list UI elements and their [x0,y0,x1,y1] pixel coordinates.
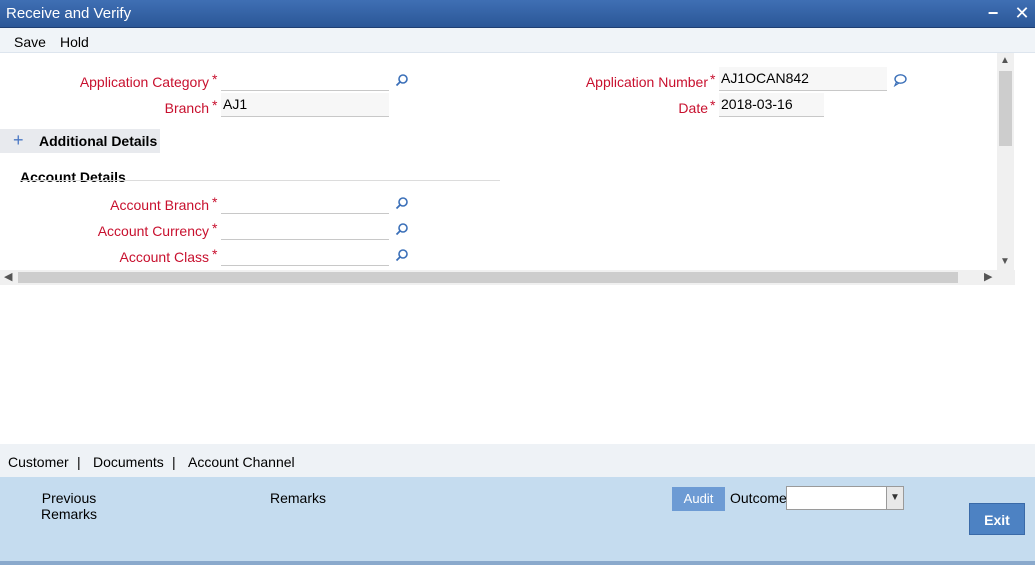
tab-separator: | [172,454,176,470]
additional-details-toggle[interactable]: + Additional Details [0,129,160,153]
form-content: Application Category * Branch * AJ1 Appl… [0,53,1015,270]
window-bottom-border [0,561,1035,565]
hold-menu-item[interactable]: Hold [60,34,89,50]
branch-field[interactable]: AJ1 [221,93,389,117]
plus-icon: + [13,130,24,150]
additional-details-label: Additional Details [39,133,158,149]
scroll-down-icon[interactable]: ▼ [1000,256,1010,267]
required-marker: * [212,71,218,87]
application-category-label: Application Category [79,74,209,90]
chevron-down-icon[interactable]: ▼ [886,487,903,509]
speech-bubble-icon[interactable] [893,73,907,87]
exit-button[interactable]: Exit [969,503,1025,535]
scroll-left-icon[interactable]: ◀ [4,270,12,283]
account-branch-label: Account Branch [110,197,209,213]
bottom-tab-bar: Customer | Documents | Account Channel [0,444,1035,477]
required-marker: * [212,246,218,262]
application-number-label: Application Number [585,74,708,90]
minimize-button[interactable]: − [982,2,1004,24]
menu-bar: Save Hold [0,28,1035,53]
search-icon[interactable] [395,248,409,262]
account-currency-input[interactable] [221,216,389,240]
horizontal-scrollbar[interactable]: ◀ ▶ [0,270,1015,285]
scroll-right-icon[interactable]: ▶ [984,270,992,283]
search-icon[interactable] [395,222,409,236]
save-menu-item[interactable]: Save [14,34,46,50]
vertical-scroll-thumb[interactable] [999,71,1012,146]
required-marker: * [710,71,716,87]
account-class-input[interactable] [221,242,389,266]
required-marker: * [212,220,218,236]
branch-label: Branch [164,100,209,116]
account-currency-label: Account Currency [97,223,209,239]
tab-documents[interactable]: Documents [93,454,164,470]
scroll-up-icon[interactable]: ▲ [1000,55,1010,66]
footer-panel: Previous Remarks Remarks Audit Outcome ▼… [0,477,1035,561]
close-button[interactable]: ✕ [1011,2,1033,24]
tab-account-channel[interactable]: Account Channel [188,454,295,470]
application-category-input[interactable] [221,67,389,91]
search-icon[interactable] [395,73,409,87]
remarks-link[interactable]: Remarks [270,490,326,506]
audit-button[interactable]: Audit [672,487,725,511]
date-label: Date [678,100,708,116]
horizontal-scroll-thumb[interactable] [18,272,958,283]
required-marker: * [212,194,218,210]
application-number-field[interactable]: AJ1OCAN842 [719,67,887,91]
required-marker: * [212,97,218,113]
tab-customer[interactable]: Customer [8,454,69,470]
previous-remarks-link[interactable]: Previous Remarks [38,490,100,522]
date-field[interactable]: 2018-03-16 [719,93,824,117]
outcome-label: Outcome [730,490,787,506]
previous-remarks-line1: Previous [41,490,97,506]
previous-remarks-line2: Remarks [40,506,97,522]
title-bar: Receive and Verify − ✕ [0,0,1035,28]
account-class-label: Account Class [119,249,209,265]
window-title: Receive and Verify [6,5,132,22]
search-icon[interactable] [395,196,409,210]
account-details-heading: Account Details [20,169,126,185]
vertical-scrollbar[interactable]: ▲ ▼ [997,53,1014,270]
section-divider [20,180,500,181]
outcome-select[interactable]: ▼ [786,486,904,510]
required-marker: * [710,97,716,113]
tab-separator: | [77,454,81,470]
account-branch-input[interactable] [221,190,389,214]
